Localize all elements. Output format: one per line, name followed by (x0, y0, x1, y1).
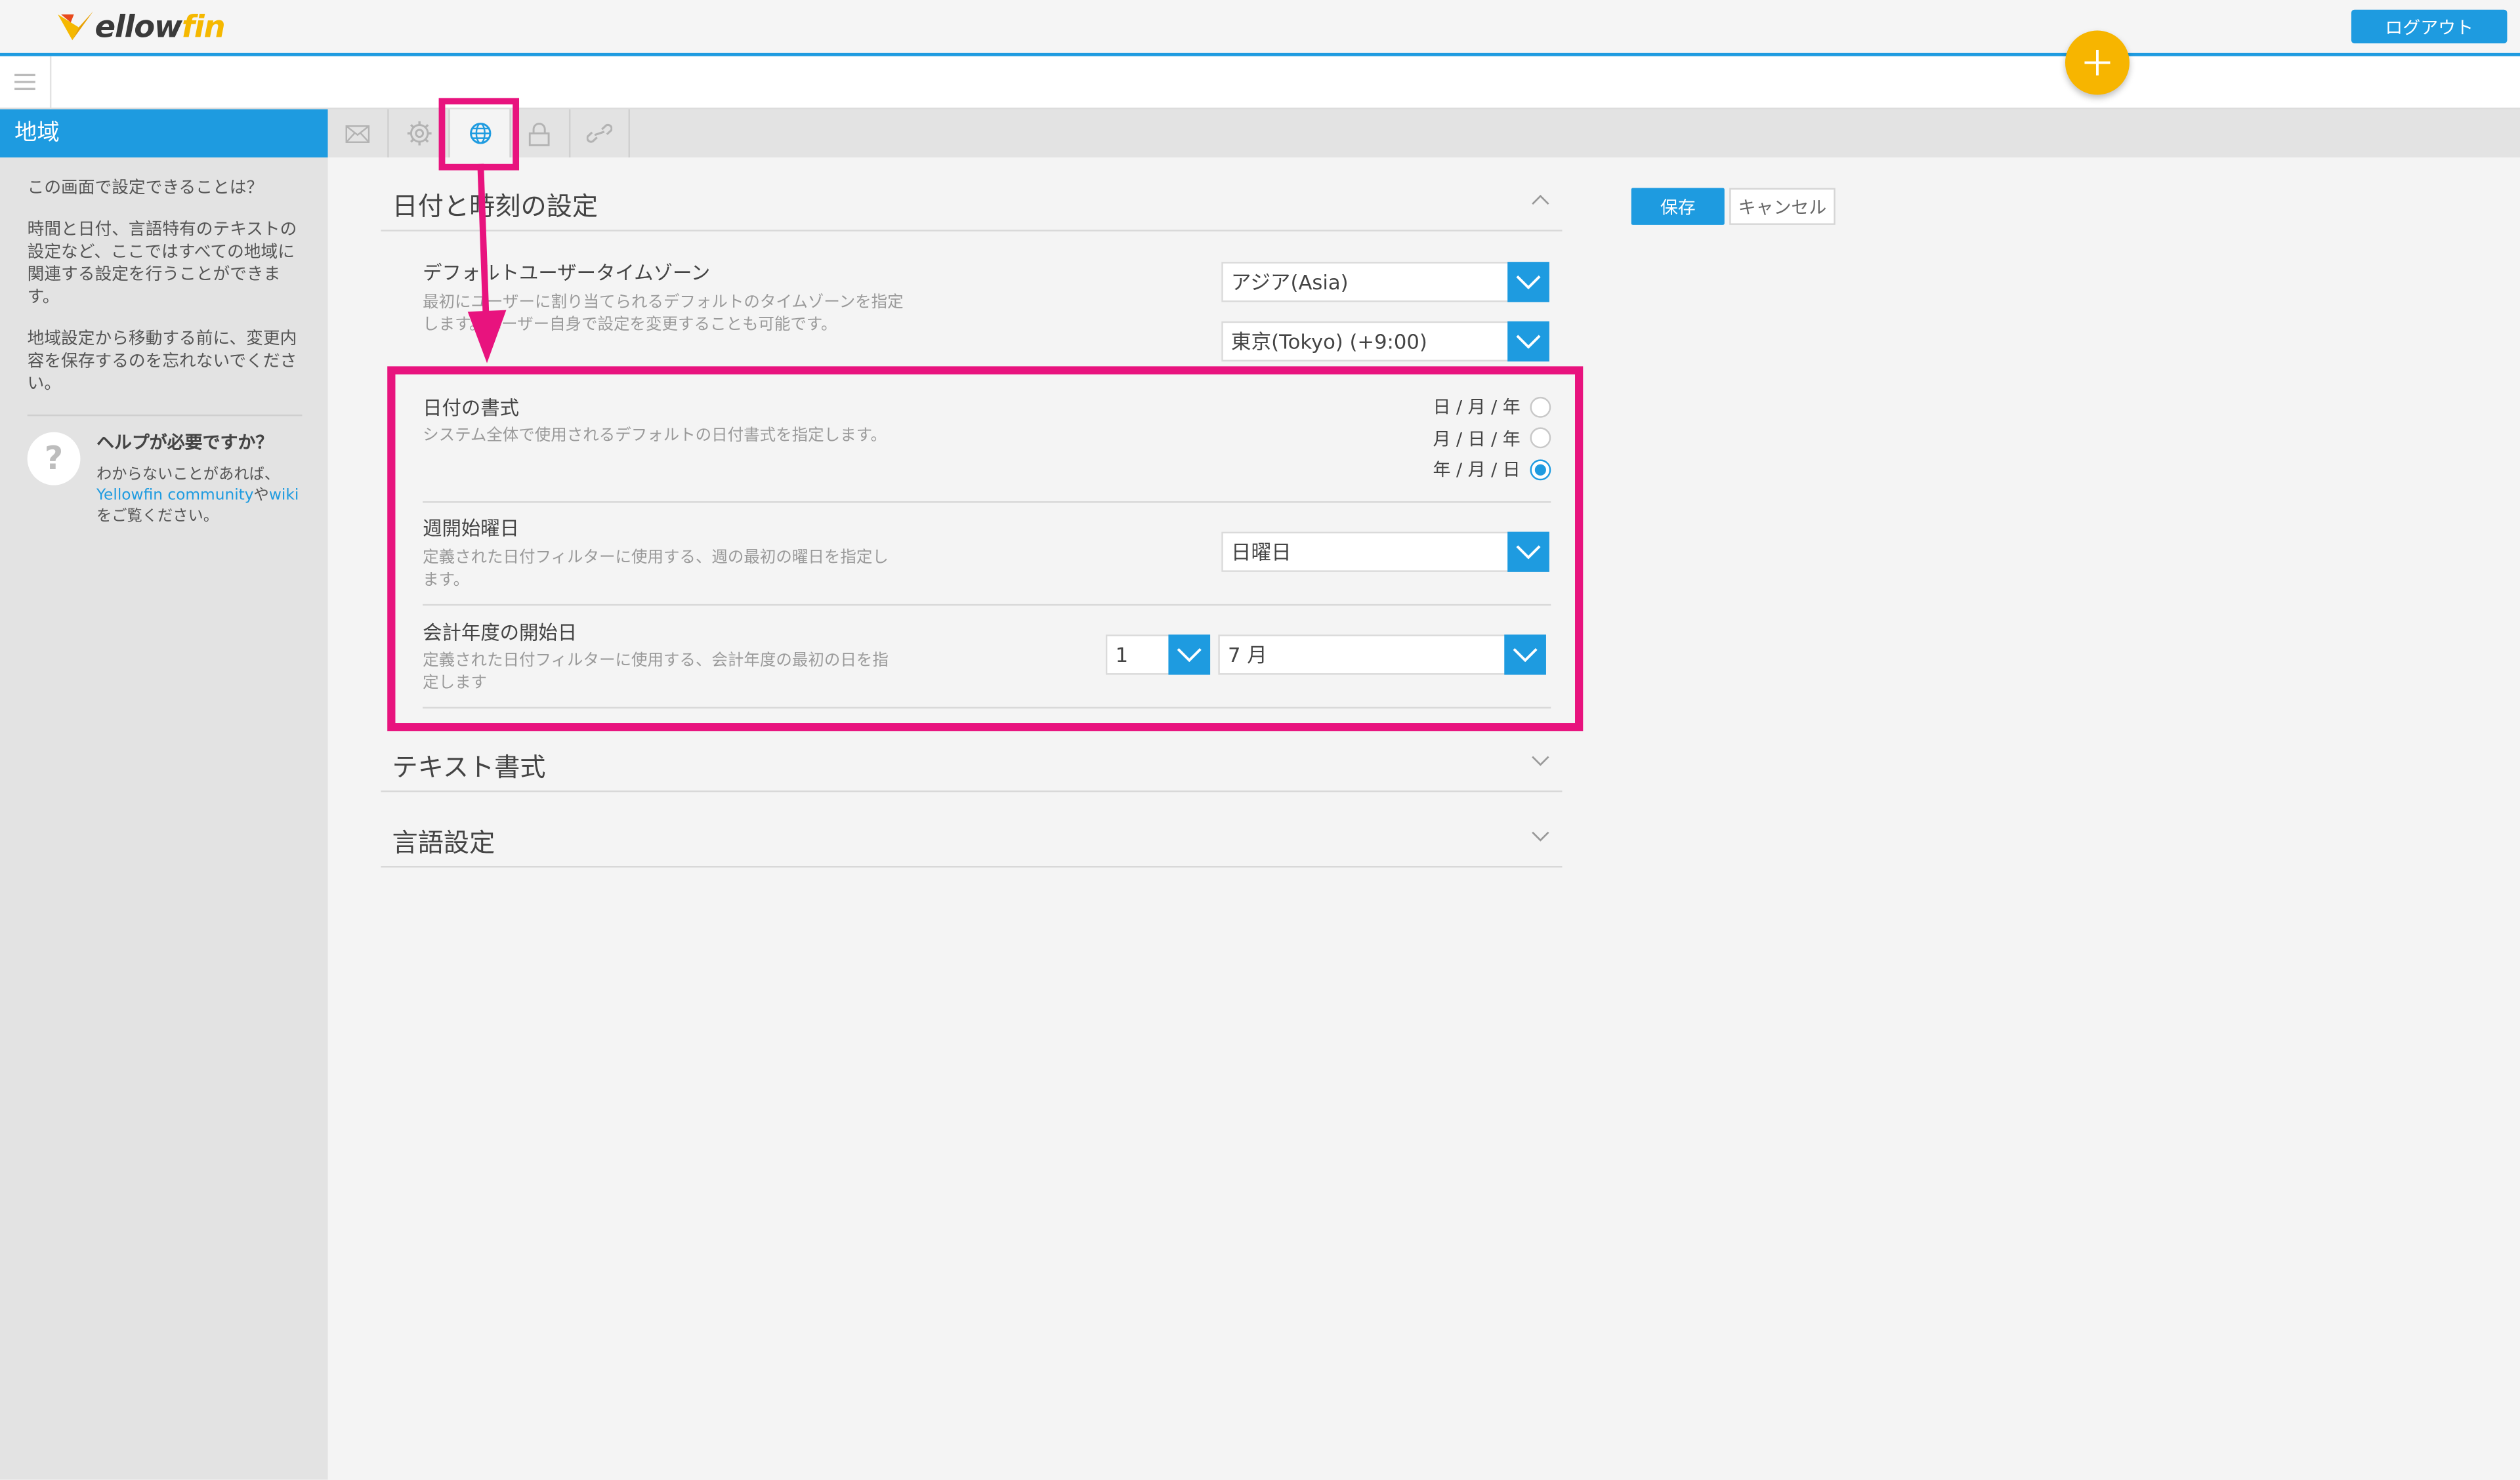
help-text: わからないことがあれば、 Yellowfin communityやwiki をご覧く… (96, 464, 302, 527)
timezone-region-value: アジア(Asia) (1230, 270, 1349, 295)
language-section-title: 言語設定 (392, 827, 495, 858)
secondary-bar (0, 56, 2520, 110)
hamburger-icon (14, 73, 35, 91)
app-root: ellowfin ログアウト 地域 この画面で設定できることは？ 時間と日付、言… (0, 0, 2520, 1480)
help-text-before: わからないことがあれば、 (96, 466, 280, 484)
yellowfin-logo[interactable]: ellowfin (58, 7, 226, 49)
text-format-section-header[interactable]: テキスト書式 (381, 742, 1563, 792)
reminder-text: 地域設定から移動する前に、変更内容を保存するのを忘れないでください。 (27, 329, 297, 394)
datetime-section-header[interactable]: 日付と時刻の設定 (381, 182, 1563, 232)
question-icon: ? (27, 432, 81, 485)
timezone-city-dropdown-button[interactable] (1507, 321, 1549, 362)
sidebar-body: この画面で設定できることは？ 時間と日付、言語特有のテキストの設定など、ここでは… (0, 157, 328, 529)
language-section-header[interactable]: 言語設定 (381, 818, 1563, 868)
sidebar-title: 地域 (0, 109, 328, 158)
timezone-region-select[interactable]: アジア(Asia) (1221, 262, 1549, 302)
tab-integration[interactable] (569, 109, 631, 158)
timezone-region-dropdown-button[interactable] (1507, 262, 1549, 302)
help-title: ヘルプが必要ですか？ (96, 432, 274, 453)
save-button[interactable]: 保存 (1631, 188, 1725, 225)
chevron-down-icon (1532, 831, 1549, 842)
help-text-after: をご覧ください。 (96, 507, 219, 525)
mail-icon (345, 124, 370, 142)
chevron-down-icon (1516, 335, 1541, 349)
community-link[interactable]: Yellowfin community (96, 487, 254, 504)
help-text-mid: や (253, 487, 269, 504)
add-content-button[interactable] (2065, 30, 2130, 95)
logo-mark-icon (58, 11, 94, 41)
wiki-link[interactable]: wiki (269, 487, 299, 504)
active-tab-highlight (438, 98, 520, 171)
text-format-section-title: テキスト書式 (392, 752, 546, 783)
lock-icon (528, 121, 550, 146)
settings-tab-bar (327, 109, 2520, 158)
link-icon (585, 123, 612, 143)
sidebar: 地域 この画面で設定できることは？ 時間と日付、言語特有のテキストの設定など、こ… (0, 109, 328, 1480)
gear-icon (406, 121, 431, 146)
chevron-up-icon (1532, 194, 1549, 205)
tab-email[interactable] (328, 109, 389, 158)
datetime-highlight-box (387, 366, 1584, 731)
intro-question: この画面で設定できることは？ (27, 178, 264, 198)
timezone-city-value: 東京(Tokyo) (+9:00) (1230, 329, 1427, 354)
cancel-button[interactable]: キャンセル (1729, 188, 1836, 225)
logo-text: ellowfin (94, 9, 225, 45)
help-box: ? ヘルプが必要ですか？ わからないことがあれば、 Yellowfin commu… (27, 432, 303, 529)
intro-text: 時間と日付、言語特有のテキストの設定など、ここではすべての地域に関連する設定を行… (27, 220, 297, 307)
logout-button[interactable]: ログアウト (2351, 9, 2508, 44)
timezone-city-select[interactable]: 東京(Tokyo) (+9:00) (1221, 321, 1549, 362)
annotation-arrow-icon (467, 163, 507, 363)
hamburger-menu-button[interactable] (0, 56, 52, 108)
top-bar: ellowfin ログアウト (0, 0, 2520, 56)
chevron-down-icon (1532, 756, 1549, 766)
main-content: 日付と時刻の設定 デフォルトユーザータイムゾーン 最初にユーザーに割り当てられる… (328, 157, 2520, 1480)
chevron-down-icon (1516, 275, 1541, 289)
plus-icon (2084, 49, 2110, 76)
sidebar-divider (27, 414, 303, 417)
